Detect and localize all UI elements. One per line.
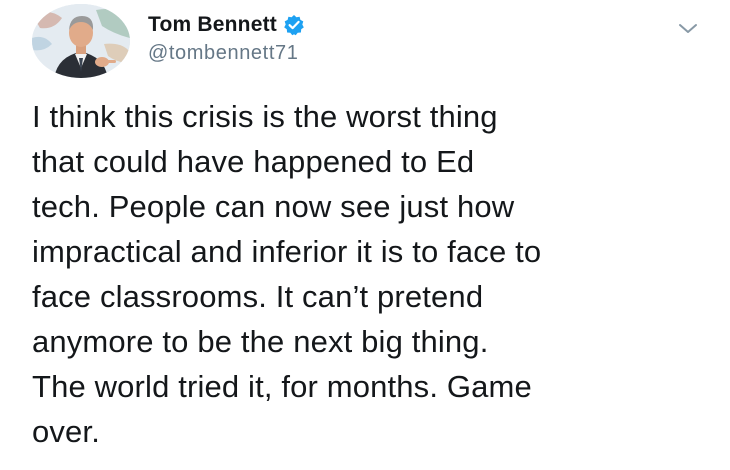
display-name[interactable]: Tom Bennett bbox=[148, 13, 277, 37]
tweet-text-line: anymore to be the next big thing. bbox=[32, 324, 489, 359]
avatar-photo bbox=[32, 4, 130, 78]
verified-badge-icon bbox=[283, 14, 305, 36]
tweet-text-line: over. bbox=[32, 414, 100, 449]
user-handle[interactable]: @tombennett71 bbox=[148, 42, 305, 65]
tweet-text-line: The world tried it, for months. Game bbox=[32, 369, 532, 404]
tweet-text-line: I think this crisis is the worst thing bbox=[32, 99, 498, 134]
avatar[interactable] bbox=[32, 4, 130, 78]
tweet-text-line: that could have happened to Ed bbox=[32, 144, 475, 179]
name-row: Tom Bennett bbox=[148, 12, 305, 38]
tweet-text: I think this crisis is the worst thing t… bbox=[32, 94, 712, 454]
tweet-card: Tom Bennett @tombennett71 I think this c… bbox=[0, 0, 730, 470]
tweet-text-line: impractical and inferior it is to face t… bbox=[32, 234, 542, 269]
chevron-down-icon[interactable] bbox=[676, 20, 700, 38]
user-info: Tom Bennett @tombennett71 bbox=[148, 12, 305, 65]
tweet-text-line: face classrooms. It can’t pretend bbox=[32, 279, 484, 314]
tweet-text-line: tech. People can now see just how bbox=[32, 189, 515, 224]
